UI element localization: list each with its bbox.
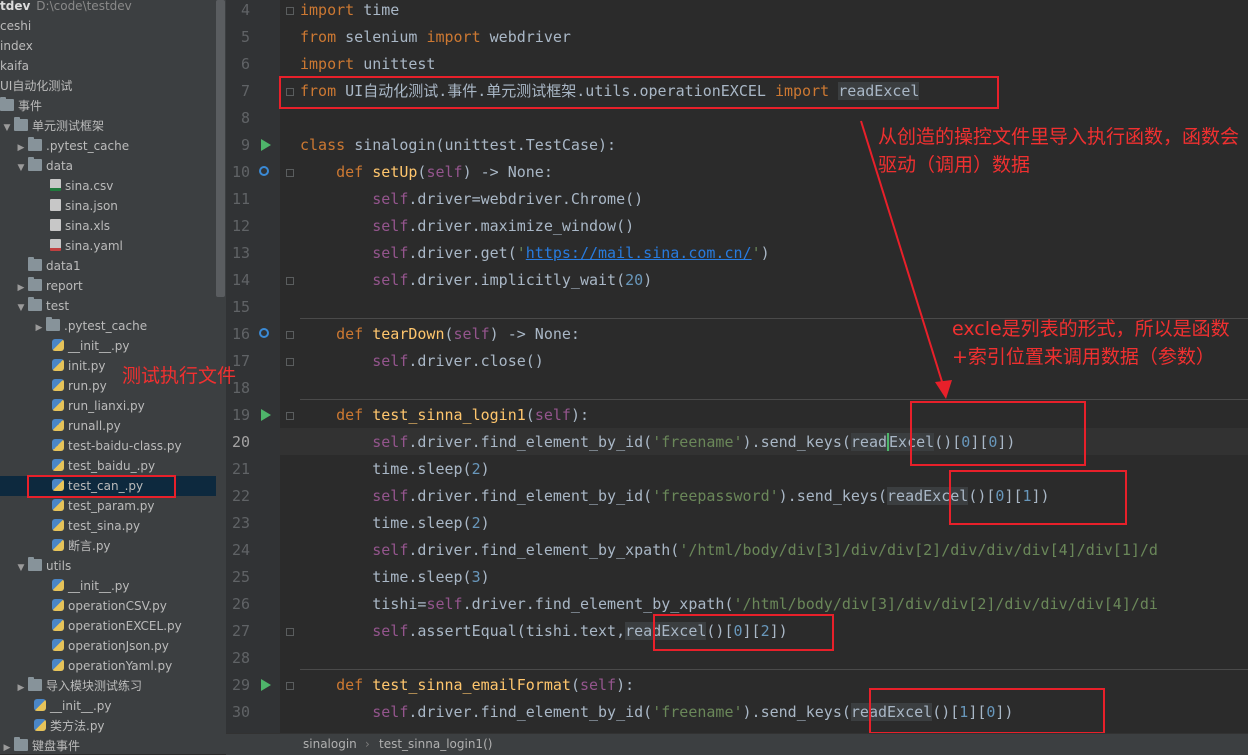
breadcrumb-item-class[interactable]: sinalogin xyxy=(303,734,357,755)
breadcrumb-item-method[interactable]: test_sinna_login1() xyxy=(379,734,492,755)
test-file-annotation-note: 测试执行文件 xyxy=(122,365,237,387)
breadcrumb-separator: › xyxy=(365,737,370,751)
breadcrumb: sinalogin › test_sinna_login1() xyxy=(226,733,1248,755)
excel-annotation-note: excle是列表的形式，所以是函数+索引位置来调用数据（参数） xyxy=(952,318,1230,368)
import-annotation-note: 从创造的操控文件里导入执行函数，函数会驱动（调用）数据 xyxy=(878,126,1240,176)
